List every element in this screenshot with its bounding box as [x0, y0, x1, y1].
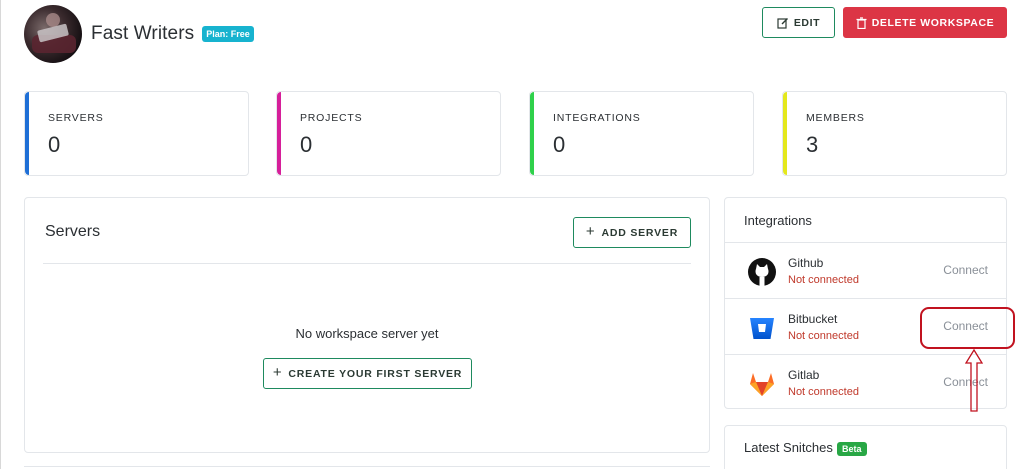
- integration-name: Bitbucket: [788, 312, 838, 326]
- stat-accent-bar: [783, 92, 787, 175]
- gitlab-icon: [750, 373, 774, 396]
- create-first-server-button[interactable]: + CREATE YOUR FIRST SERVER: [263, 358, 472, 389]
- stat-accent-bar: [25, 92, 29, 175]
- edit-button-label: EDIT: [793, 16, 821, 29]
- trash-icon: [856, 16, 867, 29]
- integration-status: Not connected: [788, 330, 859, 342]
- latest-snitches-title: Latest Snitches: [744, 440, 833, 455]
- stat-accent-bar: [277, 92, 281, 175]
- divider: [43, 263, 691, 264]
- bitbucket-icon: [750, 318, 774, 339]
- integration-name: Gitlab: [788, 368, 820, 382]
- plan-badge: Plan: Free: [202, 26, 254, 42]
- edit-icon: [777, 17, 788, 29]
- stat-card-projects: PROJECTS 0: [276, 91, 501, 176]
- integrations-panel-title: Integrations: [744, 213, 812, 228]
- latest-snitches-panel: Latest Snitches Beta: [724, 425, 1007, 469]
- stat-label: SERVERS: [48, 112, 104, 124]
- stat-accent-bar: [530, 92, 534, 175]
- stat-value: 0: [48, 132, 61, 157]
- beta-badge: Beta: [837, 442, 867, 456]
- plus-icon: +: [272, 364, 283, 381]
- stat-value: 0: [300, 132, 313, 157]
- stat-label: PROJECTS: [300, 112, 363, 124]
- stat-label: MEMBERS: [806, 112, 865, 124]
- stat-card-servers: SERVERS 0: [24, 91, 249, 176]
- plus-icon: +: [585, 223, 596, 240]
- window-edge: [0, 0, 1, 469]
- stat-card-integrations: INTEGRATIONS 0: [529, 91, 754, 176]
- empty-state-text: No workspace server yet: [295, 326, 439, 341]
- add-server-label: ADD SERVER: [601, 226, 679, 239]
- servers-panel-title: Servers: [45, 223, 101, 240]
- integration-name: Github: [788, 256, 824, 270]
- integration-row-gitlab: Gitlab Not connected Connect: [725, 354, 1006, 410]
- annotation-highlight-box: [920, 307, 1015, 349]
- integration-status: Not connected: [788, 386, 859, 398]
- integration-status: Not connected: [788, 274, 859, 286]
- connect-github-link[interactable]: Connect: [943, 263, 988, 277]
- stat-label: INTEGRATIONS: [553, 112, 641, 124]
- stat-card-members: MEMBERS 3: [782, 91, 1007, 176]
- stat-value: 3: [806, 132, 819, 157]
- workspace-header: Fast Writers Plan: Free: [24, 5, 254, 63]
- github-icon: [748, 258, 776, 286]
- annotation-arrow-icon: [965, 349, 983, 412]
- workspace-title: Fast Writers: [91, 23, 195, 44]
- delete-workspace-label: DELETE WORKSPACE: [871, 16, 995, 29]
- workspace-avatar: [24, 5, 82, 63]
- servers-panel: Servers + ADD SERVER No workspace server…: [24, 197, 710, 453]
- create-first-server-label: CREATE YOUR FIRST SERVER: [288, 367, 463, 380]
- add-server-button[interactable]: + ADD SERVER: [573, 217, 691, 248]
- stat-value: 0: [553, 132, 566, 157]
- delete-workspace-button[interactable]: DELETE WORKSPACE: [843, 7, 1007, 38]
- edit-button[interactable]: EDIT: [762, 7, 835, 38]
- integration-row-github: Github Not connected Connect: [725, 242, 1006, 298]
